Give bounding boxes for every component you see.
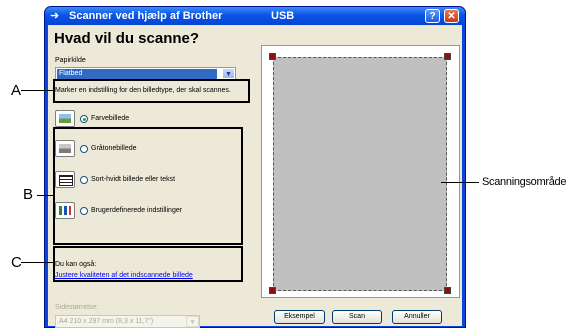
title-bar[interactable]: ➜ Scanner ved hjælp af Brother USB ? ✕ xyxy=(45,7,465,25)
window-title: Scanner ved hjælp af Brother xyxy=(69,10,223,22)
window-title-connection: USB xyxy=(271,10,295,22)
paper-source-value: Flatbed xyxy=(57,69,217,79)
callout-letter-b: B xyxy=(23,186,34,203)
callout-line-scan-area xyxy=(441,182,479,183)
callout-line-c xyxy=(21,262,53,263)
callout-line-a xyxy=(21,90,53,91)
page-size-select[interactable]: A4 210 x 297 mm (8,3 x 11,7") ▼ xyxy=(55,315,200,328)
option-label-color-photo[interactable]: Farvebillede xyxy=(91,114,129,123)
callout-box-b xyxy=(53,127,243,245)
scanner-arrow-icon: ➜ xyxy=(50,10,60,22)
scan-button[interactable]: Scan xyxy=(332,310,382,324)
paper-source-label: Papirkilde xyxy=(55,57,86,64)
callout-box-c xyxy=(53,246,243,282)
callout-line-b xyxy=(37,195,53,196)
callout-letter-a: A xyxy=(11,82,22,99)
radio-color-photo[interactable] xyxy=(80,115,88,123)
chevron-down-icon[interactable]: ▼ xyxy=(222,68,235,79)
color-photo-icon[interactable] xyxy=(55,110,75,127)
callout-letter-c: C xyxy=(11,254,22,271)
preview-button[interactable]: Eksempel xyxy=(274,310,325,324)
page-title: Hvad vil du scanne? xyxy=(54,30,200,47)
close-button[interactable]: ✕ xyxy=(444,9,459,23)
callout-box-a xyxy=(53,79,250,103)
crop-handle-bottom-right[interactable] xyxy=(444,287,451,294)
help-button[interactable]: ? xyxy=(425,9,440,23)
page-size-label: Sidestørrelse: xyxy=(55,304,99,311)
page-size-value: A4 210 x 297 mm (8,3 x 11,7") xyxy=(59,318,154,325)
crop-handle-top-left[interactable] xyxy=(269,53,276,60)
chevron-down-icon[interactable]: ▼ xyxy=(186,316,199,327)
scan-area[interactable] xyxy=(273,57,447,291)
callout-label-scan-area: Scanningsområde xyxy=(482,176,567,188)
cancel-button[interactable]: Annuller xyxy=(392,310,442,324)
crop-handle-bottom-left[interactable] xyxy=(269,287,276,294)
scan-preview-panel xyxy=(261,45,460,298)
crop-handle-top-right[interactable] xyxy=(444,53,451,60)
